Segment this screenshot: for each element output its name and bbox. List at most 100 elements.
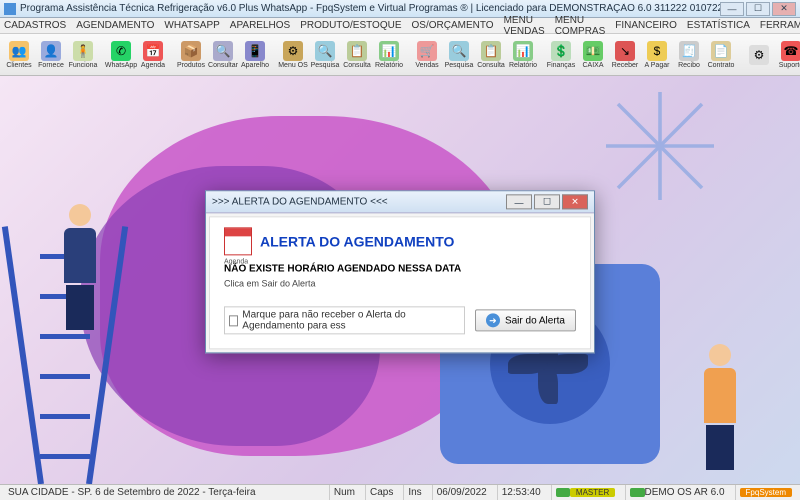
menu-vendas[interactable]: MENU VENDAS bbox=[504, 15, 545, 37]
menu-compras[interactable]: MENU COMPRAS bbox=[555, 15, 606, 37]
toolbar-label: Clientes bbox=[6, 62, 31, 69]
status-caps: Caps bbox=[365, 485, 397, 500]
Vendas-icon: 🛒 bbox=[417, 41, 437, 61]
dont-show-checkbox-row[interactable]: Marque para não receber o Alerta do Agen… bbox=[224, 306, 465, 334]
toolbar-caixa[interactable]: 💵CAIXA bbox=[578, 36, 608, 74]
dialog-minimize-button[interactable]: — bbox=[506, 194, 532, 209]
alert-dialog: >>> ALERTA DO AGENDAMENTO <<< — ☐ ✕ Agen… bbox=[205, 190, 595, 353]
dialog-maximize-button[interactable]: ☐ bbox=[534, 194, 560, 209]
status-bar: SUA CIDADE - SP. 6 de Setembro de 2022 -… bbox=[0, 484, 800, 500]
toolbar-pesquisa[interactable]: 🔍Pesquisa bbox=[310, 36, 340, 74]
worker-illustration bbox=[50, 204, 110, 334]
checkbox-icon[interactable] bbox=[229, 315, 238, 326]
led-green-icon bbox=[556, 488, 570, 497]
menu-financeiro[interactable]: FINANCEIRO bbox=[615, 20, 677, 31]
A Pagar-icon: $ bbox=[647, 41, 667, 61]
toolbar-label: A Pagar bbox=[645, 62, 670, 69]
toolbar-label: Suporte bbox=[779, 62, 800, 69]
Menu OS-icon: ⚙ bbox=[283, 41, 303, 61]
dialog-title: >>> ALERTA DO AGENDAMENTO <<< bbox=[212, 196, 506, 207]
menu-bar: CADASTROS AGENDAMENTO WHATSAPP APARELHOS… bbox=[0, 18, 800, 34]
menu-estatistica[interactable]: ESTATÍSTICA bbox=[687, 20, 750, 31]
status-num: Num bbox=[329, 485, 359, 500]
main-toolbar: 👥Clientes👤Fornece🧍Funciona✆WhatsApp📅Agen… bbox=[0, 34, 800, 76]
toolbar-produtos[interactable]: 📦Produtos bbox=[176, 36, 206, 74]
Clientes-icon: 👥 bbox=[9, 41, 29, 61]
Suporte-icon: ☎ bbox=[781, 41, 800, 61]
toolbar-recibo[interactable]: 🧾Recibo bbox=[674, 36, 704, 74]
Pesquisa-icon: 🔍 bbox=[315, 41, 335, 61]
calendar-label: Agenda bbox=[224, 258, 248, 265]
menu-cadastros[interactable]: CADASTROS bbox=[4, 20, 66, 31]
toolbar-finanças[interactable]: 💲Finanças bbox=[546, 36, 576, 74]
menu-aparelhos[interactable]: APARELHOS bbox=[230, 20, 290, 31]
toolbar-label: Fornece bbox=[38, 62, 64, 69]
toolbar-consulta[interactable]: 📋Consulta bbox=[476, 36, 506, 74]
toolbar-label: Finanças bbox=[547, 62, 575, 69]
dialog-body: Agenda ALERTA DO AGENDAMENTO NÃO EXISTE … bbox=[209, 216, 591, 349]
toolbar-consultar[interactable]: 🔍Consultar bbox=[208, 36, 238, 74]
arrow-icon: ➜ bbox=[486, 313, 500, 327]
toolbar-label: Agenda bbox=[141, 62, 165, 69]
toolbar-agenda[interactable]: 📅Agenda bbox=[138, 36, 168, 74]
app-icon bbox=[4, 3, 16, 15]
CAIXA-icon: 💵 bbox=[583, 41, 603, 61]
toolbar-suporte[interactable]: ☎Suporte bbox=[776, 36, 800, 74]
close-button[interactable]: ✕ bbox=[772, 2, 796, 16]
toolbar-label: Consulta bbox=[343, 62, 371, 69]
toolbar-label: Contrato bbox=[708, 62, 735, 69]
calendar-icon bbox=[224, 227, 252, 255]
menu-estoque[interactable]: PRODUTO/ESTOQUE bbox=[300, 20, 401, 31]
app-title: Programa Assistência Técnica Refrigeraçã… bbox=[20, 3, 720, 14]
Finanças-icon: 💲 bbox=[551, 41, 571, 61]
status-master: MASTER bbox=[570, 488, 615, 497]
exit-alert-button[interactable]: ➜ Sair do Alerta bbox=[475, 309, 576, 331]
brand-pill[interactable]: FpqSystem bbox=[740, 488, 792, 497]
status-indicators: MASTER bbox=[551, 485, 620, 500]
Consulta-icon: 📋 bbox=[481, 41, 501, 61]
toolbar-whatsapp[interactable]: ✆WhatsApp bbox=[106, 36, 136, 74]
toolbar-fornece[interactable]: 👤Fornece bbox=[36, 36, 66, 74]
toolbar-consulta[interactable]: 📋Consulta bbox=[342, 36, 372, 74]
toolbar-button[interactable]: ⚙ bbox=[744, 36, 774, 74]
WhatsApp-icon: ✆ bbox=[111, 41, 131, 61]
status-brand: FpqSystem bbox=[735, 485, 796, 500]
toolbar-relatório[interactable]: 📊Relatório bbox=[374, 36, 404, 74]
toolbar-receber[interactable]: ↘Receber bbox=[610, 36, 640, 74]
dialog-subtext: Clica em Sair do Alerta bbox=[224, 278, 576, 288]
Fornece-icon: 👤 bbox=[41, 41, 61, 61]
toolbar-menu os[interactable]: ⚙Menu OS bbox=[278, 36, 308, 74]
dialog-heading: ALERTA DO AGENDAMENTO bbox=[260, 233, 454, 249]
toolbar-clientes[interactable]: 👥Clientes bbox=[4, 36, 34, 74]
app-titlebar: Programa Assistência Técnica Refrigeraçã… bbox=[0, 0, 800, 18]
minimize-button[interactable]: — bbox=[720, 2, 744, 16]
Agenda-icon: 📅 bbox=[143, 41, 163, 61]
tool-icon: ⚙ bbox=[749, 45, 769, 65]
toolbar-label: Relatório bbox=[375, 62, 403, 69]
toolbar-a pagar[interactable]: $A Pagar bbox=[642, 36, 672, 74]
toolbar-relatório[interactable]: 📊Relatório bbox=[508, 36, 538, 74]
dialog-message: NÃO EXISTE HORÁRIO AGENDADO NESSA DATA bbox=[224, 263, 576, 274]
toolbar-label: Recibo bbox=[678, 62, 700, 69]
Aparelho-icon: 📱 bbox=[245, 41, 265, 61]
Recibo-icon: 🧾 bbox=[679, 41, 699, 61]
menu-whatsapp[interactable]: WHATSAPP bbox=[164, 20, 219, 31]
menu-agendamento[interactable]: AGENDAMENTO bbox=[76, 20, 154, 31]
toolbar-label: Pesquisa bbox=[445, 62, 474, 69]
led-green-icon bbox=[630, 488, 644, 497]
menu-ferramentas[interactable]: FERRAMENTAS bbox=[760, 20, 800, 31]
menu-os[interactable]: OS/ORÇAMENTO bbox=[412, 20, 494, 31]
status-time: 12:53:40 bbox=[497, 485, 545, 500]
status-demo: DEMO OS AR 6.0 bbox=[625, 485, 728, 500]
toolbar-vendas[interactable]: 🛒Vendas bbox=[412, 36, 442, 74]
toolbar-aparelho[interactable]: 📱Aparelho bbox=[240, 36, 270, 74]
Receber-icon: ↘ bbox=[615, 41, 635, 61]
checkbox-label: Marque para não receber o Alerta do Agen… bbox=[242, 309, 460, 331]
toolbar-funciona[interactable]: 🧍Funciona bbox=[68, 36, 98, 74]
toolbar-label: Vendas bbox=[415, 62, 438, 69]
toolbar-contrato[interactable]: 📄Contrato bbox=[706, 36, 736, 74]
maximize-button[interactable]: ☐ bbox=[746, 2, 770, 16]
dialog-close-button[interactable]: ✕ bbox=[562, 194, 588, 209]
toolbar-pesquisa[interactable]: 🔍Pesquisa bbox=[444, 36, 474, 74]
Consulta-icon: 📋 bbox=[347, 41, 367, 61]
